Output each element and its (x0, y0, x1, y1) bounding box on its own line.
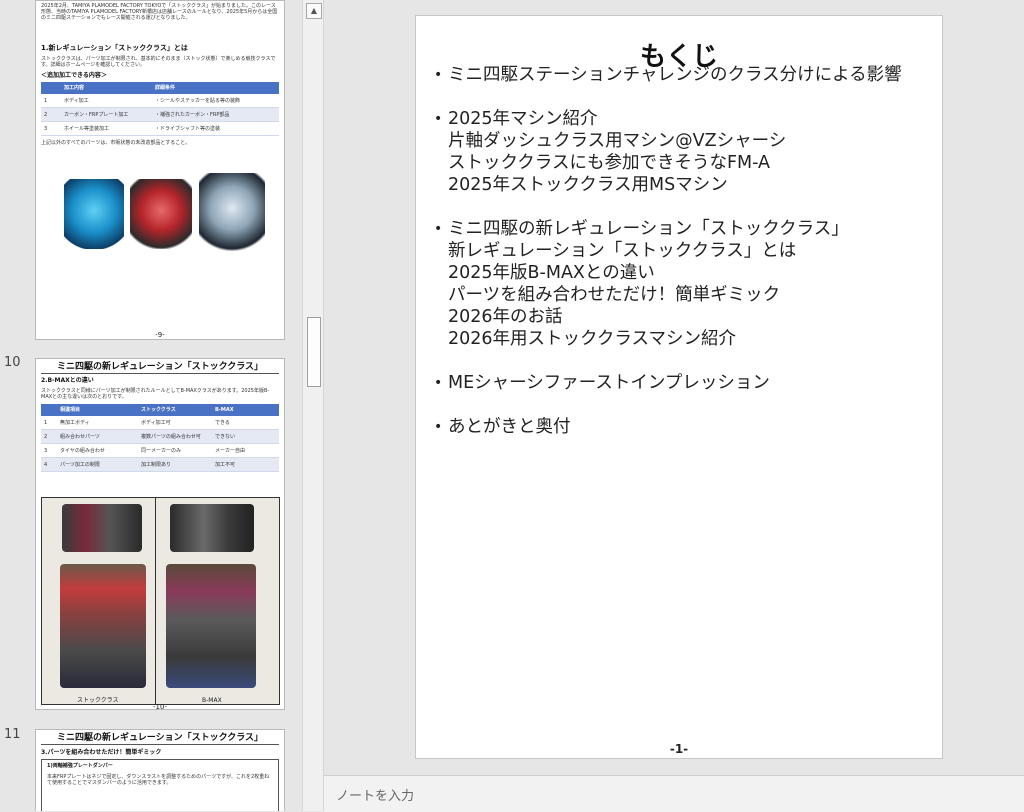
table-row: 1 無加工ボディ ボディ加工可 できる (41, 416, 279, 430)
thumb-table-header: B-MAX (212, 404, 279, 416)
table-cell: 組み合わせパーツ (57, 429, 138, 444)
table-row: 1 ボディ加工 ・シールやステッカーを貼る等の装飾 (41, 94, 279, 108)
toc-section: ミニ四駆の新レギュレーション「ストッククラス」 新レギュレーション「ストッククラ… (434, 218, 939, 350)
car-photo-blue (64, 179, 124, 249)
thumb-table-header (41, 404, 57, 416)
table-cell: カーボン・FRPプレート加工 (61, 107, 152, 122)
table-row: 3 タイヤの組み合わせ 同一メーカーのみ メーカー自由 (41, 443, 279, 458)
table-cell: 複数パーツの組み合わせ可 (138, 429, 212, 444)
table-row: 3 ホイール等塗装加工 ・ドライブシャフト等の塗装 (41, 121, 279, 136)
thumb-table-header (41, 82, 61, 94)
table-cell: 3 (41, 121, 61, 136)
thumb-table: 加工内容 詳細条件 1 ボディ加工 ・シールやステッカーを貼る等の装飾 2 カー… (41, 82, 279, 136)
table-cell: ・ドライブシャフト等の塗装 (152, 121, 279, 136)
table-cell: ホイール等塗装加工 (61, 121, 152, 136)
table-cell: 3 (41, 443, 57, 458)
slide-thumbnail-pane[interactable]: 2025年2月、TAMIYA PLAMODEL FACTORY TOKYOで「ス… (0, 0, 302, 811)
slide-number-11: 11 (4, 727, 21, 742)
toc-section: MEシャーシファーストインプレッション (434, 372, 939, 394)
toc-item: ストッククラスにも参加できそうなFM-A (448, 153, 771, 173)
table-cell: ・シールやステッカーを貼る等の装飾 (152, 94, 279, 108)
slide-thumbnail-10[interactable]: ミニ四駆の新レギュレーション「ストッククラス」 2.B-MAXとの違い ストック… (35, 358, 285, 710)
thumb-table: 相違項目 ストッククラス B-MAX 1 無加工ボディ ボディ加工可 できる 2… (41, 404, 279, 472)
toc-item: 2026年のお話 (448, 307, 563, 327)
table-cell: 4 (41, 457, 57, 472)
table-cell: 1 (41, 416, 57, 430)
slide-number-10: 10 (4, 355, 21, 370)
toc-item: 2025年ストッククラス用MSマシン (448, 175, 728, 195)
notes-placeholder[interactable]: ノートを入力 (336, 785, 414, 804)
current-slide[interactable]: もくじ ミニ四駆ステーションチャレンジのクラス分けによる影響 2025年マシン紹… (415, 15, 943, 759)
thumb-table-header: 相違項目 (57, 404, 138, 416)
toc-heading: MEシャーシファーストインプレッション (434, 372, 939, 394)
toc-heading: あとがきと奥付 (434, 416, 939, 438)
table-cell: パーツ加工の制限 (57, 457, 138, 472)
thumb-table-title: ＜追加加工できる内容＞ (41, 72, 107, 79)
thumb-desc: ストッククラスは、パーツ加工が制限され、基本的にそのまま（ストック状態）で楽しめ… (41, 56, 276, 68)
stock-chassis-bottom-view (60, 564, 146, 688)
notes-pane[interactable]: ノートを入力 (324, 775, 1024, 812)
slide-thumbnail-11[interactable]: ミニ四駆の新レギュレーション「ストッククラス」 3.パーツを組み合わせただけ！簡… (35, 729, 285, 811)
table-cell: 無加工ボディ (57, 416, 138, 430)
toc-heading: 2025年マシン紹介 (434, 108, 939, 130)
thumb-table-header: 詳細条件 (152, 82, 279, 94)
thumb-note: 上記以外のすべてのパーツは、市販状態の未改造部品とすること。 (41, 140, 191, 146)
table-cell: 1 (41, 94, 61, 108)
toc-item: パーツを組み合わせただけ！簡単ギミック (448, 285, 781, 305)
table-cell: ボディ加工 (61, 94, 152, 108)
table-cell: 加工制限あり (138, 457, 212, 472)
table-cell: 2 (41, 107, 61, 122)
table-row: 2 組み合わせパーツ 複数パーツの組み合わせ可 できない (41, 429, 279, 444)
toc-item: 片軸ダッシュクラス用マシン@VZシャーシ (448, 131, 787, 151)
toc-item: 2026年用ストッククラスマシン紹介 (448, 329, 736, 349)
table-cell: タイヤの組み合わせ (57, 443, 138, 458)
table-cell: 加工不可 (212, 457, 279, 472)
table-cell: できない (212, 429, 279, 444)
photo-divider (155, 498, 156, 704)
thumbnail-scrollbar[interactable]: ▲ (302, 0, 324, 811)
table-of-contents[interactable]: ミニ四駆ステーションチャレンジのクラス分けによる影響 2025年マシン紹介 片軸… (434, 64, 939, 460)
table-cell: 同一メーカーのみ (138, 443, 212, 458)
slide-editor-area[interactable]: もくじ ミニ四駆ステーションチャレンジのクラス分けによる影響 2025年マシン紹… (324, 0, 1024, 775)
toc-heading: ミニ四駆の新レギュレーション「ストッククラス」 (434, 218, 939, 240)
thumb-section: 3.パーツを組み合わせただけ！簡単ギミック (41, 749, 162, 756)
table-cell: 2 (41, 429, 57, 444)
table-cell: ボディ加工可 (138, 416, 212, 430)
thumb-title: ミニ四駆の新レギュレーション「ストッククラス」 (41, 732, 279, 745)
thumb-desc: ストッククラスと同様にパーツ加工が制限されたルールとしてB-MAXクラスがありま… (41, 388, 270, 400)
table-row: 4 パーツ加工の制限 加工制限あり 加工不可 (41, 457, 279, 472)
thumb-desc: 本来FRPプレートはネジで固定し、ダウンスラストを調整するためのパーツですが、こ… (47, 774, 270, 786)
bmax-chassis-bottom-view (166, 564, 256, 688)
toc-heading: ミニ四駆ステーションチャレンジのクラス分けによる影響 (434, 64, 939, 86)
thumb-title: ミニ四駆の新レギュレーション「ストッククラス」 (41, 361, 279, 374)
toc-item: 2025年版B-MAXとの違い (448, 263, 655, 283)
thumb-subsection: 1)両軸補強プレートダンパー (47, 763, 113, 769)
toc-section: 2025年マシン紹介 片軸ダッシュクラス用マシン@VZシャーシ ストッククラスに… (434, 108, 939, 196)
toc-section: あとがきと奥付 (434, 416, 939, 438)
thumb-footer: -10- (153, 703, 167, 710)
scrollbar-thumb[interactable] (307, 317, 321, 387)
stock-chassis-top-view (62, 504, 142, 552)
toc-item: 新レギュレーション「ストッククラス」とは (448, 241, 797, 261)
thumb-intro: 2025年2月、TAMIYA PLAMODEL FACTORY TOKYOで「ス… (41, 3, 278, 21)
thumb-section: 1.新レギュレーション「ストッククラス」とは (41, 44, 188, 52)
page-number: -1- (669, 742, 689, 756)
table-cell: メーカー自由 (212, 443, 279, 458)
car-photo-red (130, 179, 192, 249)
bmax-chassis-top-view (170, 504, 254, 552)
thumb-table-header: ストッククラス (138, 404, 212, 416)
slide-thumbnail-9[interactable]: 2025年2月、TAMIYA PLAMODEL FACTORY TOKYOで「ス… (35, 0, 285, 340)
toc-section: ミニ四駆ステーションチャレンジのクラス分けによる影響 (434, 64, 939, 86)
thumb-section: 2.B-MAXとの違い (41, 377, 94, 384)
table-row: 2 カーボン・FRPプレート加工 ・補強されたカーボン・FRP部品 (41, 107, 279, 122)
triangle-up-icon[interactable]: ▲ (306, 3, 322, 19)
car-photo-silver (199, 173, 265, 251)
chassis-comparison-photo: ストッククラス B-MAX (41, 497, 280, 705)
table-cell: ・補強されたカーボン・FRP部品 (152, 107, 279, 122)
thumb-footer: -9- (155, 331, 165, 339)
thumb-content-box: 1)両軸補強プレートダンパー 本来FRPプレートはネジで固定し、ダウンスラストを… (41, 759, 279, 811)
thumb-table-header: 加工内容 (61, 82, 152, 94)
table-cell: できる (212, 416, 279, 430)
